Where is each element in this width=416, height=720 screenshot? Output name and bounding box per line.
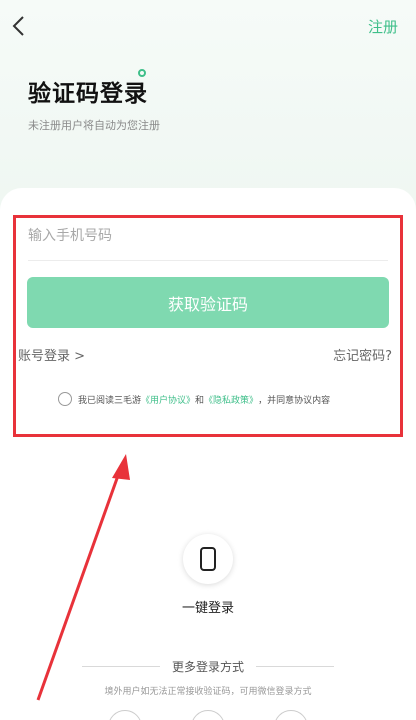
more-login-title: 更多登录方式 — [172, 659, 245, 674]
title-decoration-icon — [138, 69, 146, 77]
back-arrow-icon[interactable] — [8, 14, 30, 38]
more-login-hint: 境外用户如无法正常接收验证码，可用微信登录方式 — [104, 687, 312, 697]
phone-icon — [200, 547, 216, 571]
page-title: 验证码登录 — [28, 81, 148, 107]
divider-line — [256, 665, 335, 667]
annotation-highlight-box — [13, 215, 403, 437]
one-click-login-button[interactable] — [183, 534, 233, 584]
page-subtitle: 未注册用户将自动为您注册 — [28, 119, 160, 132]
more-login-divider: 更多登录方式 — [82, 659, 335, 674]
divider-line — [82, 665, 160, 667]
register-link[interactable]: 注册 — [368, 16, 398, 37]
one-click-login-label: 一键登录 — [181, 601, 234, 616]
